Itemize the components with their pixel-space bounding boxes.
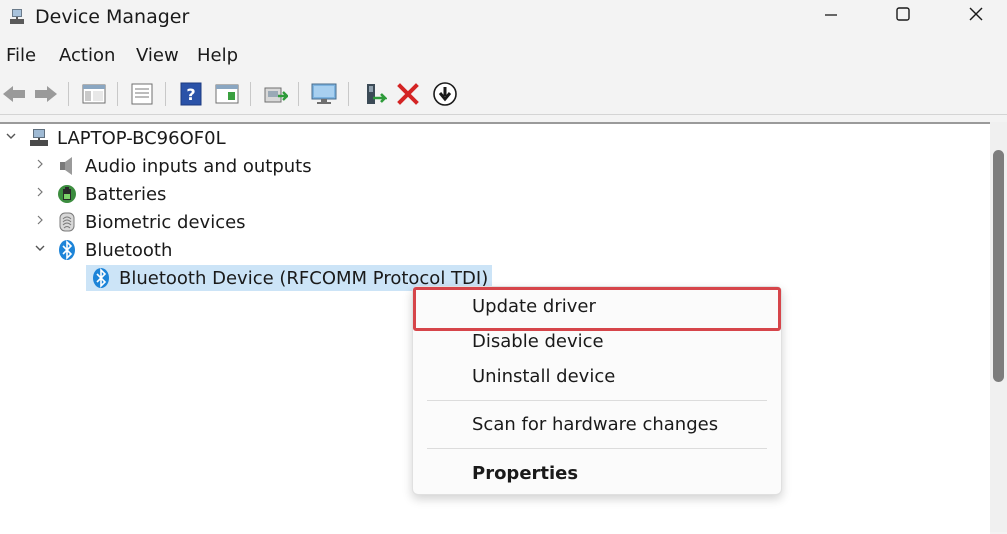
uninstall-icon[interactable] xyxy=(394,80,422,108)
context-menu: Update driver Disable device Uninstall d… xyxy=(412,286,782,495)
forward-arrow-icon[interactable] xyxy=(32,80,60,108)
scan-hardware-icon[interactable] xyxy=(310,80,338,108)
toolbar-separator xyxy=(117,82,118,106)
chevron-right-icon[interactable] xyxy=(33,186,47,202)
maximize-icon xyxy=(895,6,911,26)
tree-item-label: Audio inputs and outputs xyxy=(85,155,312,177)
toolbar-separator xyxy=(250,82,251,106)
menu-file[interactable]: File xyxy=(6,45,36,66)
toolbar-separator xyxy=(298,82,299,106)
minimize-icon xyxy=(824,7,838,26)
menu-divider xyxy=(427,400,767,401)
disable-device-icon[interactable] xyxy=(431,80,459,108)
menu-item-update-driver[interactable]: Update driver xyxy=(472,296,596,317)
menu-action[interactable]: Action xyxy=(59,45,115,66)
menu-help[interactable]: Help xyxy=(197,45,238,66)
chevron-right-icon[interactable] xyxy=(33,214,47,230)
toolbar: ? xyxy=(0,74,1007,115)
window-title: Device Manager xyxy=(35,6,190,28)
tree-item-label: Batteries xyxy=(85,183,167,205)
toolbar-separator xyxy=(165,82,166,106)
enable-device-icon[interactable] xyxy=(360,80,388,108)
menu-bar: File Action View Help xyxy=(0,40,1007,72)
bluetooth-icon xyxy=(90,267,112,289)
tree-item-biometric[interactable]: Biometric devices xyxy=(33,209,246,235)
battery-icon xyxy=(56,183,78,205)
chevron-down-icon[interactable] xyxy=(4,130,18,146)
fingerprint-icon xyxy=(56,211,78,233)
toolbar-separator xyxy=(348,82,349,106)
menu-item-uninstall-device[interactable]: Uninstall device xyxy=(472,366,615,387)
minimize-button[interactable] xyxy=(796,0,866,32)
close-icon xyxy=(968,6,984,26)
tree-item-batteries[interactable]: Batteries xyxy=(33,181,166,207)
show-hide-console-tree-icon[interactable] xyxy=(80,80,108,108)
computer-icon xyxy=(28,127,50,149)
menu-item-scan-hardware[interactable]: Scan for hardware changes xyxy=(472,414,718,435)
svg-text:?: ? xyxy=(186,85,195,104)
maximize-button[interactable] xyxy=(868,0,938,32)
back-arrow-icon[interactable] xyxy=(0,80,28,108)
update-driver-highlight xyxy=(413,287,781,331)
tree-item-audio[interactable]: Audio inputs and outputs xyxy=(33,153,312,179)
menu-item-disable-device[interactable]: Disable device xyxy=(472,331,604,352)
device-manager-app-icon xyxy=(8,8,26,26)
vertical-scrollbar[interactable] xyxy=(990,122,1007,532)
tree-item-label: Bluetooth xyxy=(85,239,173,261)
tree-item-bluetooth[interactable]: Bluetooth xyxy=(33,237,172,263)
tree-root-label: LAPTOP-BC96OF0L xyxy=(57,127,226,149)
toolbar-separator xyxy=(68,82,69,106)
chevron-down-icon[interactable] xyxy=(33,242,47,258)
speaker-icon xyxy=(56,155,78,177)
bluetooth-icon xyxy=(56,239,78,261)
menu-item-properties[interactable]: Properties xyxy=(472,463,578,484)
help-icon[interactable]: ? xyxy=(177,80,205,108)
tree-item-label: Biometric devices xyxy=(85,211,246,233)
update-driver-software-icon[interactable] xyxy=(261,80,289,108)
scrollbar-thumb[interactable] xyxy=(993,150,1004,382)
close-button[interactable] xyxy=(941,0,1007,32)
title-bar: Device Manager xyxy=(0,0,1007,36)
menu-divider xyxy=(427,448,767,449)
tree-root[interactable]: LAPTOP-BC96OF0L xyxy=(4,125,226,151)
console-pane-icon[interactable] xyxy=(213,80,241,108)
menu-view[interactable]: View xyxy=(136,45,179,66)
properties-sheet-icon[interactable] xyxy=(128,80,156,108)
chevron-right-icon[interactable] xyxy=(33,158,47,174)
